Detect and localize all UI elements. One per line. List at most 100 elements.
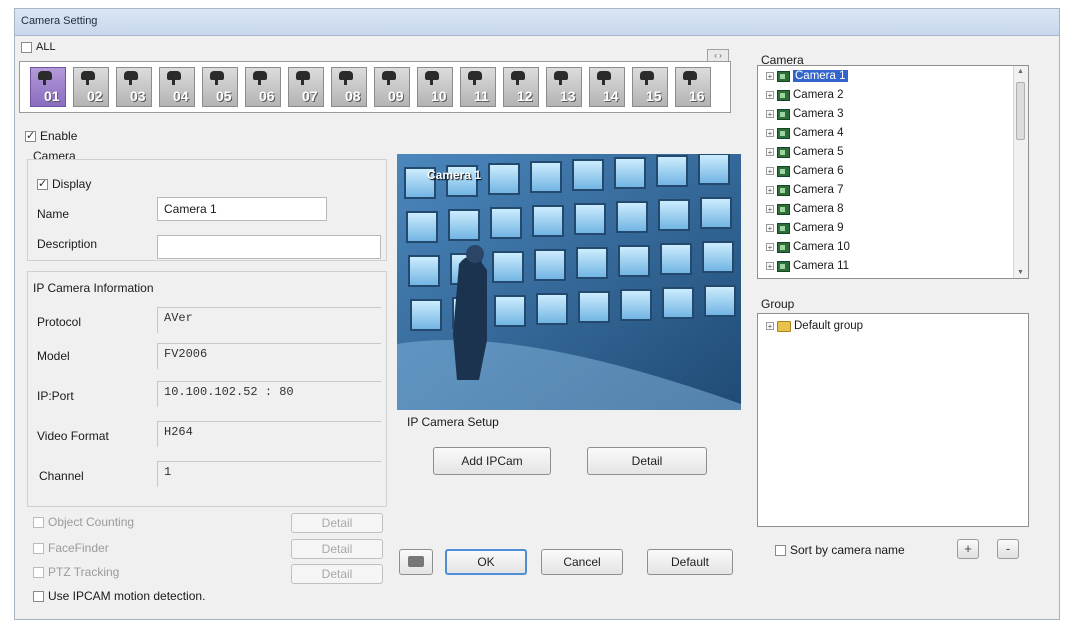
ip-info-title: IP Camera Information (33, 281, 154, 295)
expand-icon[interactable]: + (766, 129, 774, 138)
camera-thumbnail[interactable]: 02 (73, 67, 109, 107)
camera-thumbnail[interactable]: 04 (159, 67, 195, 107)
camera-icon (597, 71, 611, 85)
expand-icon[interactable]: + (766, 224, 774, 233)
display-row[interactable]: Display (37, 177, 91, 191)
camera-tree-item[interactable]: + Camera 9 (766, 222, 844, 234)
camera-thumbnail[interactable]: 16 (675, 67, 711, 107)
expand-icon[interactable]: + (766, 148, 774, 157)
thumbnail-number: 09 (388, 88, 404, 104)
camera-tree-item[interactable]: + Camera 8 (766, 203, 844, 215)
thumbnail-number: 13 (560, 88, 576, 104)
camera-tree-item[interactable]: + Camera 10 (766, 241, 850, 253)
use-motion-checkbox[interactable] (33, 590, 44, 602)
sort-by-name-checkbox[interactable] (775, 544, 786, 556)
expand-icon[interactable]: + (766, 322, 774, 331)
camera-icon (777, 222, 790, 234)
default-button[interactable]: Default (647, 549, 733, 575)
scroll-thumb[interactable] (1016, 82, 1025, 140)
camera-tree-item[interactable]: + Camera 2 (766, 89, 844, 101)
all-checkbox-row[interactable]: ALL (21, 41, 56, 53)
object-counting-row[interactable]: Object Counting (33, 515, 134, 529)
camera-icon (777, 146, 790, 158)
cancel-button[interactable]: Cancel (541, 549, 623, 575)
camera-icon (554, 71, 568, 85)
sort-by-name-label: Sort by camera name (790, 543, 905, 557)
ok-button[interactable]: OK (445, 549, 527, 575)
expand-icon[interactable]: + (766, 110, 774, 119)
camera-thumbnail[interactable]: 06 (245, 67, 281, 107)
camera-tree-item[interactable]: + Camera 11 (766, 260, 849, 272)
protocol-label: Protocol (37, 315, 82, 329)
protocol-value: AVer (157, 307, 381, 333)
enable-checkbox[interactable] (25, 129, 36, 142)
channel-label: Channel (39, 469, 84, 483)
camera-tree-item[interactable]: + Camera 3 (766, 108, 844, 120)
camera-tree-item[interactable]: + Camera 1 (766, 70, 848, 82)
object-counting-detail-button[interactable]: Detail (291, 513, 383, 533)
display-label: Display (52, 177, 92, 191)
camera-tree-item[interactable]: + Camera 6 (766, 165, 844, 177)
object-counting-checkbox[interactable] (33, 516, 44, 528)
expand-icon[interactable]: + (766, 167, 774, 176)
camera-thumbnail[interactable]: 14 (589, 67, 625, 107)
expand-icon[interactable]: + (766, 243, 774, 252)
camera-icon (777, 241, 790, 253)
camera-thumbnail[interactable]: 11 (460, 67, 496, 107)
add-ipcam-button[interactable]: Add IPCam (433, 447, 551, 475)
group-tree[interactable]: + Default group (757, 313, 1029, 527)
camera-thumbnail[interactable]: 13 (546, 67, 582, 107)
object-counting-label: Object Counting (48, 515, 135, 529)
ptz-tracking-detail-button[interactable]: Detail (291, 564, 383, 584)
expand-icon[interactable]: + (766, 186, 774, 195)
group-item-default[interactable]: + Default group (766, 320, 863, 332)
video-format-value: H264 (157, 421, 381, 447)
camera-tree-item[interactable]: + Camera 5 (766, 146, 844, 158)
description-field[interactable] (157, 235, 381, 259)
expand-icon[interactable]: + (766, 91, 774, 100)
remove-group-button[interactable]: - (997, 539, 1019, 559)
expand-icon[interactable]: + (766, 205, 774, 214)
camera-thumbnail[interactable]: 10 (417, 67, 453, 107)
camera-thumbnail[interactable]: 05 (202, 67, 238, 107)
camera-thumbnail[interactable]: 08 (331, 67, 367, 107)
camera-icon (38, 71, 52, 85)
camera-thumbnail[interactable]: 12 (503, 67, 539, 107)
name-field[interactable]: Camera 1 (157, 197, 327, 221)
camera-icon (777, 89, 790, 101)
facefinder-row[interactable]: FaceFinder (33, 541, 109, 555)
facefinder-detail-button[interactable]: Detail (291, 539, 383, 559)
camera-tree[interactable]: + Camera 1 + Camera 2 + Camera 3 + Camera 4 + Cam… (757, 65, 1029, 279)
camera-thumbnail[interactable]: 03 (116, 67, 152, 107)
ip-setup-detail-button[interactable]: Detail (587, 447, 707, 475)
camera-icon (777, 108, 790, 120)
scroll-down-icon[interactable]: ▼ (1017, 269, 1024, 276)
thumbnail-number: 01 (44, 88, 60, 104)
camera-thumbnail[interactable]: 07 (288, 67, 324, 107)
expand-icon[interactable]: + (766, 262, 774, 271)
camera-setting-window: Camera Setting ALL ‹ › 01 02 03 04 05 06 07 08 0… (14, 8, 1060, 620)
ptz-tracking-row[interactable]: PTZ Tracking (33, 565, 119, 579)
enable-row[interactable]: Enable (25, 129, 77, 143)
title-bar: Camera Setting (15, 9, 1059, 36)
camera-thumbnail[interactable]: 09 (374, 67, 410, 107)
use-motion-row[interactable]: Use IPCAM motion detection. (33, 589, 205, 603)
camera-tree-scrollbar[interactable]: ▲ ▼ (1013, 66, 1028, 278)
preview-scene (397, 154, 741, 410)
camera-tree-item[interactable]: + Camera 7 (766, 184, 844, 196)
sort-by-name-row[interactable]: Sort by camera name (775, 543, 905, 557)
camera-thumbnail[interactable]: 01 (30, 67, 66, 107)
display-checkbox[interactable] (37, 177, 48, 190)
snapshot-button[interactable] (399, 549, 433, 575)
all-checkbox[interactable] (21, 41, 32, 53)
camera-tree-item-label: Camera 7 (793, 184, 844, 196)
add-group-button[interactable]: + (957, 539, 979, 559)
ptz-tracking-checkbox[interactable] (33, 566, 44, 578)
camera-icon (253, 71, 267, 85)
expand-icon[interactable]: + (766, 72, 774, 81)
facefinder-checkbox[interactable] (33, 542, 44, 554)
camera-icon (777, 260, 790, 272)
scroll-up-icon[interactable]: ▲ (1017, 68, 1024, 75)
camera-thumbnail[interactable]: 15 (632, 67, 668, 107)
camera-tree-item[interactable]: + Camera 4 (766, 127, 844, 139)
